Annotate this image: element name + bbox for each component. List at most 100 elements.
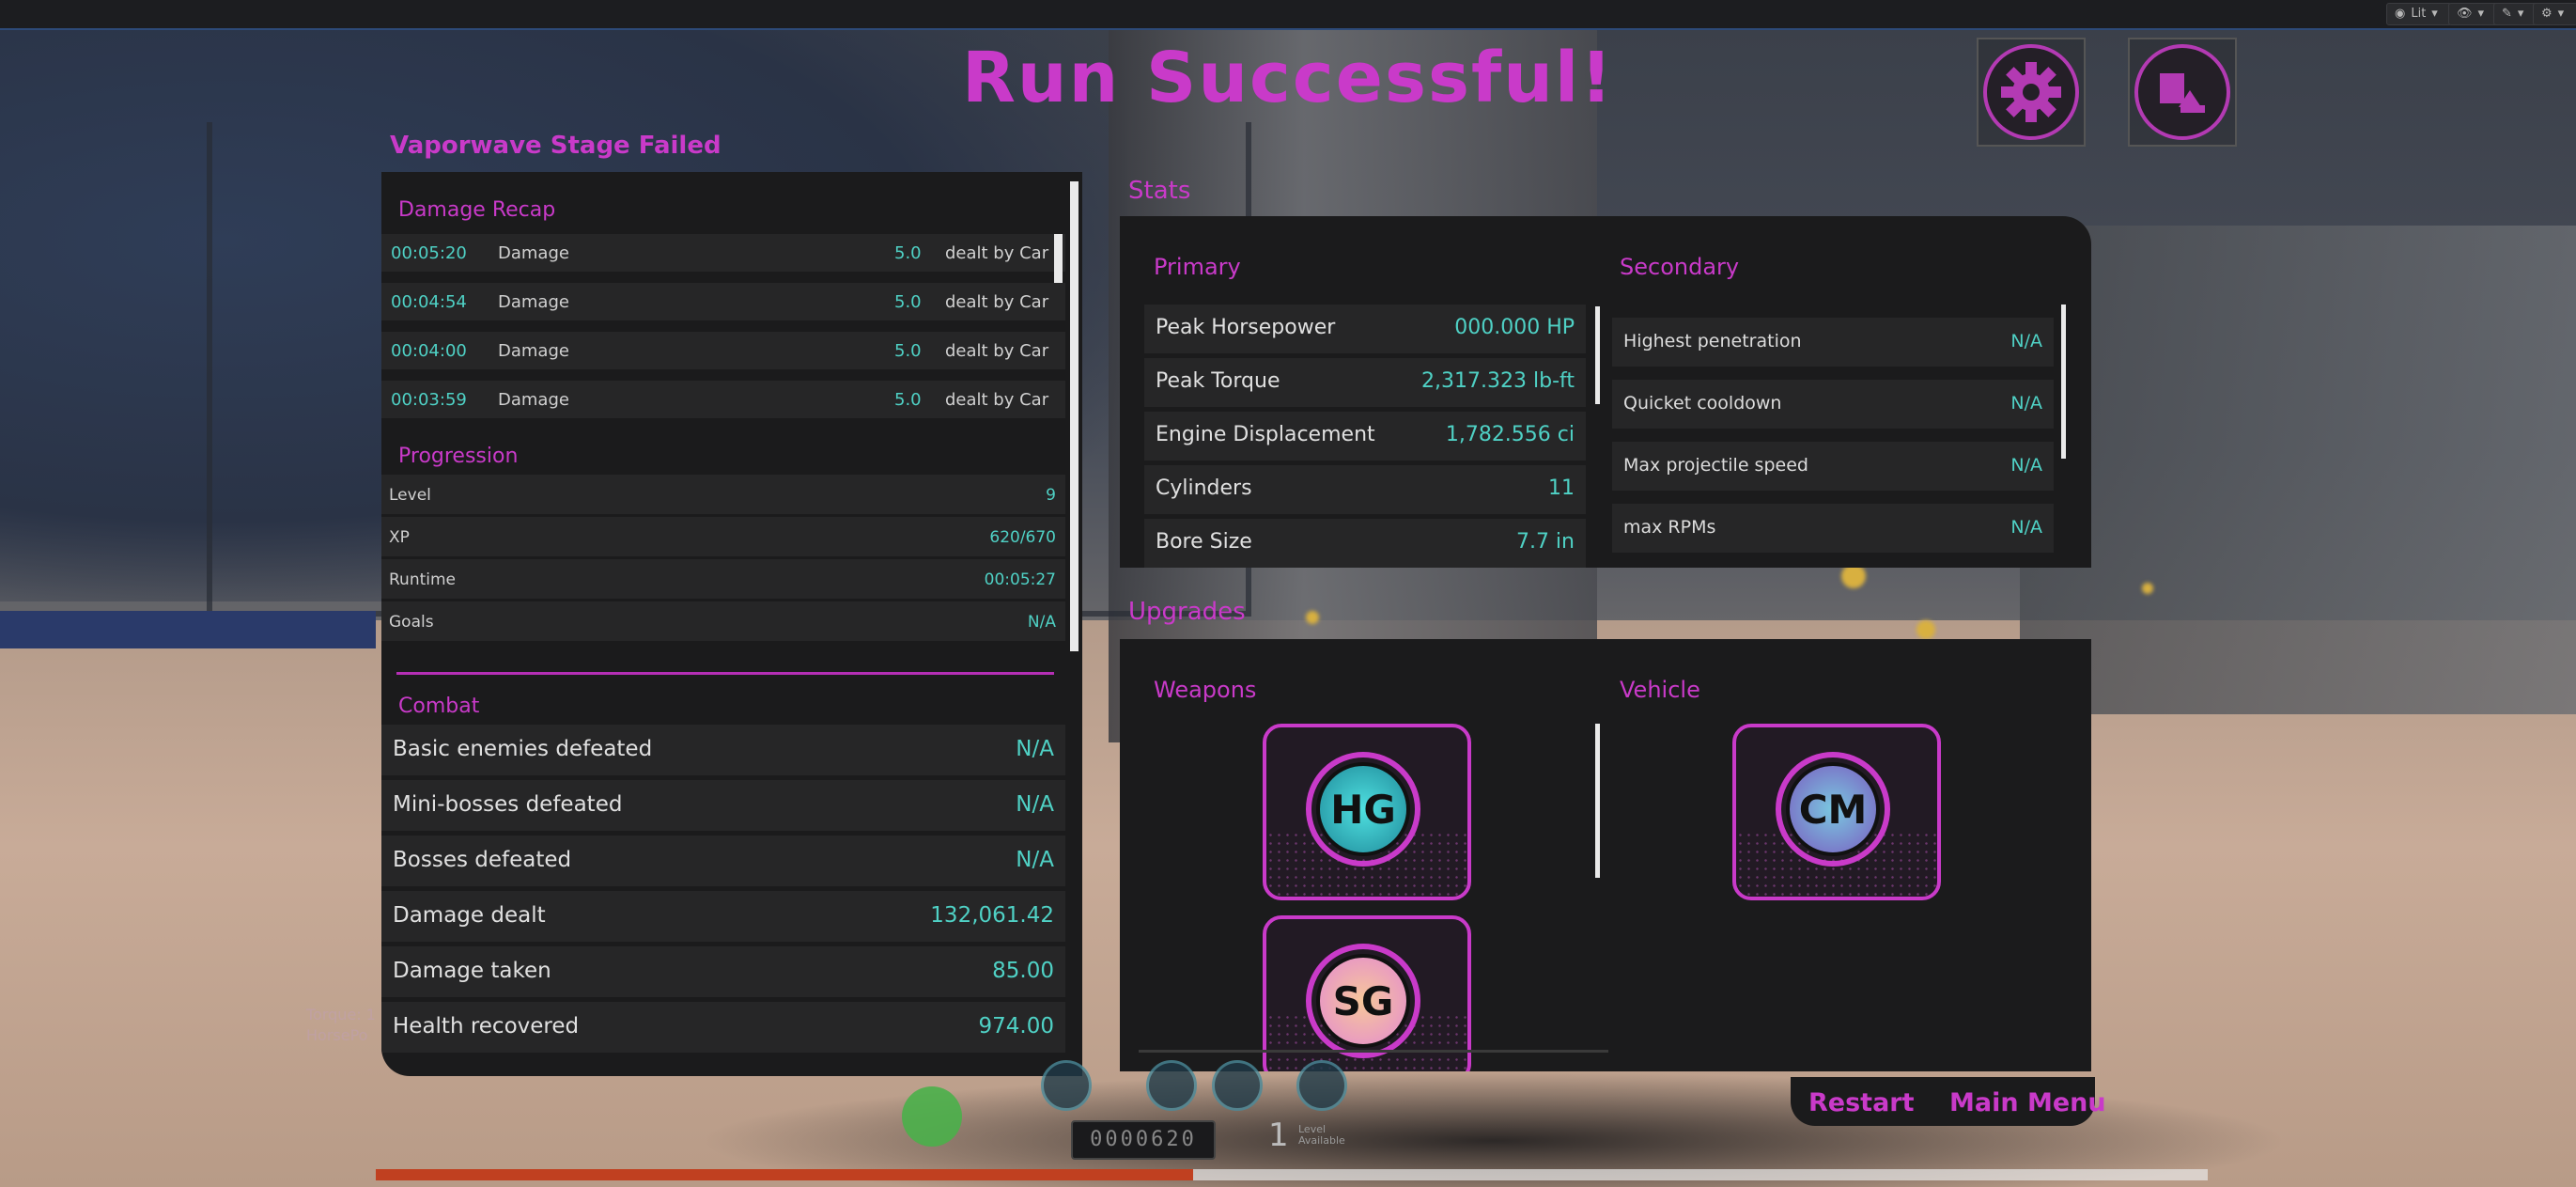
tool-icon: ✎: [2502, 7, 2512, 21]
settings-button[interactable]: [1977, 38, 2086, 147]
secondary-scrollbar[interactable]: [2061, 305, 2066, 459]
stat-value: 1,782.556 ci: [1445, 423, 1575, 446]
combat-value: N/A: [1016, 737, 1054, 761]
progression-value: 620/670: [989, 528, 1056, 547]
restart-button[interactable]: Restart: [1808, 1088, 1915, 1117]
combat-label: Bosses defeated: [393, 848, 572, 872]
combat-label: Damage taken: [393, 959, 551, 983]
visibility-dropdown[interactable]: 👁 ▾: [2448, 3, 2499, 25]
main-menu-button[interactable]: Main Menu: [1949, 1088, 2106, 1117]
hud-slot: [1296, 1060, 1347, 1111]
damage-source: dealt by Car: [945, 292, 1049, 312]
progression-row: XP 620/670: [381, 517, 1065, 556]
summary-scrollbar[interactable]: [1070, 181, 1079, 651]
eye-icon: 👁: [2457, 7, 2473, 21]
gear-dropdown[interactable]: ⚙ ▾: [2533, 3, 2576, 25]
combat-label: Mini-bosses defeated: [393, 792, 623, 817]
hud-available-label: Available: [1298, 1134, 1345, 1147]
hud-sg-slot: [1146, 1060, 1197, 1111]
hud-odometer: 0000620: [1071, 1120, 1216, 1160]
damage-source: dealt by Car: [945, 390, 1049, 410]
stat-value: N/A: [2010, 393, 2042, 414]
combat-row: Basic enemies defeated N/A: [381, 725, 1065, 775]
stat-value: N/A: [2010, 455, 2042, 476]
stat-label: Bore Size: [1156, 530, 1252, 554]
stage-title: Vaporwave Stage Failed: [390, 132, 722, 160]
progression-row: Runtime 00:05:27: [381, 559, 1065, 599]
primary-stat-row: Peak Horsepower 000.000 HP: [1144, 305, 1586, 353]
combat-row: Damage dealt 132,061.42: [381, 891, 1065, 942]
gizmo-dropdown[interactable]: ✎ ▾: [2493, 3, 2538, 25]
damage-amount: 5.0: [894, 292, 922, 312]
progression-value: N/A: [1027, 613, 1056, 632]
shapes-button[interactable]: [2128, 38, 2237, 147]
secondary-stat-row: max RPMs N/A: [1612, 504, 2054, 553]
gear-icon: [1983, 44, 2079, 140]
stat-label: Cylinders: [1156, 476, 1252, 500]
damage-time: 00:05:20: [391, 243, 467, 263]
stat-value: 11: [1548, 476, 1575, 500]
chevron-down-icon: ▾: [2477, 7, 2485, 21]
progression-row: Goals N/A: [381, 601, 1065, 641]
damage-amount: 5.0: [894, 390, 922, 410]
stat-value: 000.000 HP: [1454, 316, 1575, 339]
hud-horsepower-label: HorsePo: [306, 1026, 368, 1044]
weapon-upgrade-sg[interactable]: SG: [1263, 915, 1471, 1071]
chevron-down-icon: ▾: [2517, 7, 2524, 21]
damage-type: Damage: [498, 292, 569, 312]
primary-title: Primary: [1154, 254, 1241, 280]
secondary-stat-row: Quicket cooldown N/A: [1612, 380, 2054, 429]
damage-row: 00:03:59 Damage 5.0 dealt by Car: [381, 381, 1065, 418]
upgrades-panel: Weapons Vehicle HG SG CM: [1120, 639, 2091, 1071]
damage-row: 00:04:00 Damage 5.0 dealt by Car: [381, 332, 1065, 369]
vehicle-upgrade-cm[interactable]: CM: [1732, 724, 1941, 900]
damage-amount: 5.0: [894, 243, 922, 263]
stat-label: Quicket cooldown: [1623, 393, 1782, 414]
hud-torque-label: Torque: 1: [306, 1006, 376, 1023]
combat-value: 132,061.42: [930, 903, 1054, 928]
combat-label: Health recovered: [393, 1014, 580, 1039]
damage-amount: 5.0: [894, 341, 922, 361]
primary-stat-row: Cylinders 11: [1144, 465, 1586, 514]
stat-value: 7.7 in: [1515, 530, 1575, 554]
damage-recap-scrollbar[interactable]: [1054, 234, 1063, 285]
stats-title: Stats: [1128, 177, 1191, 205]
chevron-down-icon: ▾: [2431, 7, 2438, 21]
progression-row: Level 9: [381, 475, 1065, 514]
weapon-upgrade-hg[interactable]: HG: [1263, 724, 1471, 900]
combat-row: Mini-bosses defeated N/A: [381, 780, 1065, 831]
progression-label: XP: [389, 528, 410, 547]
damage-source: dealt by Car: [945, 341, 1049, 361]
gear-icon: ⚙: [2541, 7, 2553, 21]
upgrades-title: Upgrades: [1128, 598, 1246, 626]
combat-label: Damage dealt: [393, 903, 546, 928]
stats-panel: Primary Secondary Peak Horsepower 000.00…: [1120, 216, 2091, 568]
combat-label: Basic enemies defeated: [393, 737, 653, 761]
editor-toolbar: ◉ Lit ▾ 👁 ▾ ✎ ▾ ⚙ ▾: [0, 0, 2576, 30]
damage-recap-title: Damage Recap: [398, 198, 556, 222]
stat-label: Highest penetration: [1623, 331, 1802, 351]
vehicle-title: Vehicle: [1620, 677, 1700, 703]
combat-value: N/A: [1016, 792, 1054, 817]
hud-hg-slot: [1041, 1060, 1092, 1111]
hud-fuel-gauge: [902, 1086, 962, 1147]
progression-value: 00:05:27: [984, 570, 1056, 589]
combat-value: 85.00: [992, 959, 1054, 983]
chevron-down-icon: ▾: [2557, 7, 2565, 21]
sg-upgrade-icon: SG: [1316, 954, 1410, 1048]
sphere-icon: ◉: [2395, 7, 2406, 21]
stat-label: max RPMs: [1623, 517, 1716, 538]
damage-row: 00:04:54 Damage 5.0 dealt by Car: [381, 283, 1065, 320]
primary-stat-row: Engine Displacement 1,782.556 ci: [1144, 412, 1586, 461]
run-summary-panel[interactable]: Damage Recap 00:05:20 Damage 5.0 dealt b…: [381, 172, 1082, 1076]
lit-mode-dropdown[interactable]: ◉ Lit ▾: [2386, 3, 2452, 25]
stat-value: 2,317.323 lb-ft: [1421, 369, 1575, 393]
weapons-divider: [1139, 1050, 1608, 1053]
primary-scrollbar[interactable]: [1595, 306, 1600, 404]
stat-value: N/A: [2010, 331, 2042, 351]
hud-level-caption: Level Available: [1298, 1124, 1345, 1147]
weapons-scrollbar[interactable]: [1595, 724, 1600, 878]
stat-label: Peak Horsepower: [1156, 316, 1336, 339]
weapons-title: Weapons: [1154, 677, 1257, 703]
cm-upgrade-icon: CM: [1786, 762, 1880, 856]
